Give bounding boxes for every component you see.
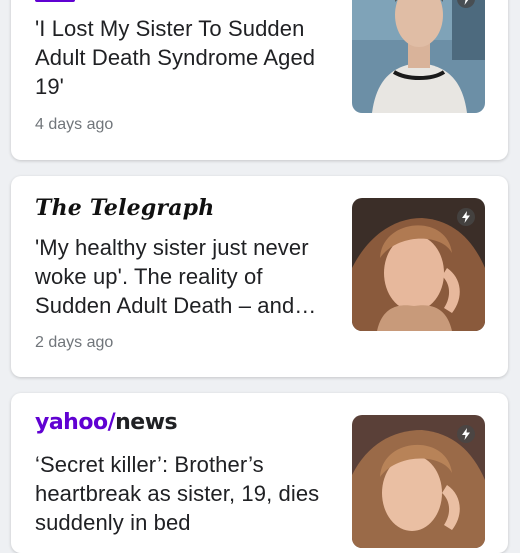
article-time: 4 days ago bbox=[35, 116, 114, 133]
article-thumbnail[interactable] bbox=[352, 198, 485, 331]
logo-slash: / bbox=[107, 410, 116, 435]
publisher-logo: The Telegraph bbox=[35, 195, 215, 221]
article-title[interactable]: 'My healthy sister just never woke up'. … bbox=[35, 233, 335, 320]
article-thumbnail[interactable] bbox=[352, 415, 485, 548]
lightning-icon bbox=[457, 208, 475, 226]
publisher-logo bbox=[35, 0, 75, 2]
logo-yahoo-word: yahoo bbox=[35, 410, 108, 435]
article-time: 2 days ago bbox=[35, 334, 114, 351]
news-card[interactable]: 'I Lost My Sister To Sudden Adult Death … bbox=[11, 0, 508, 160]
article-title[interactable]: 'I Lost My Sister To Sudden Adult Death … bbox=[35, 14, 335, 101]
article-thumbnail[interactable] bbox=[352, 0, 485, 113]
article-title[interactable]: ‘Secret killer’: Brother’s heartbreak as… bbox=[35, 450, 335, 537]
publisher-logo: yahoo/news bbox=[35, 410, 178, 435]
logo-news-word: news bbox=[115, 410, 178, 435]
news-card[interactable]: yahoo/news ‘Secret killer’: Brother’s he… bbox=[11, 393, 508, 553]
lightning-icon bbox=[457, 425, 475, 443]
news-card[interactable]: The Telegraph 'My healthy sister just ne… bbox=[11, 176, 508, 377]
